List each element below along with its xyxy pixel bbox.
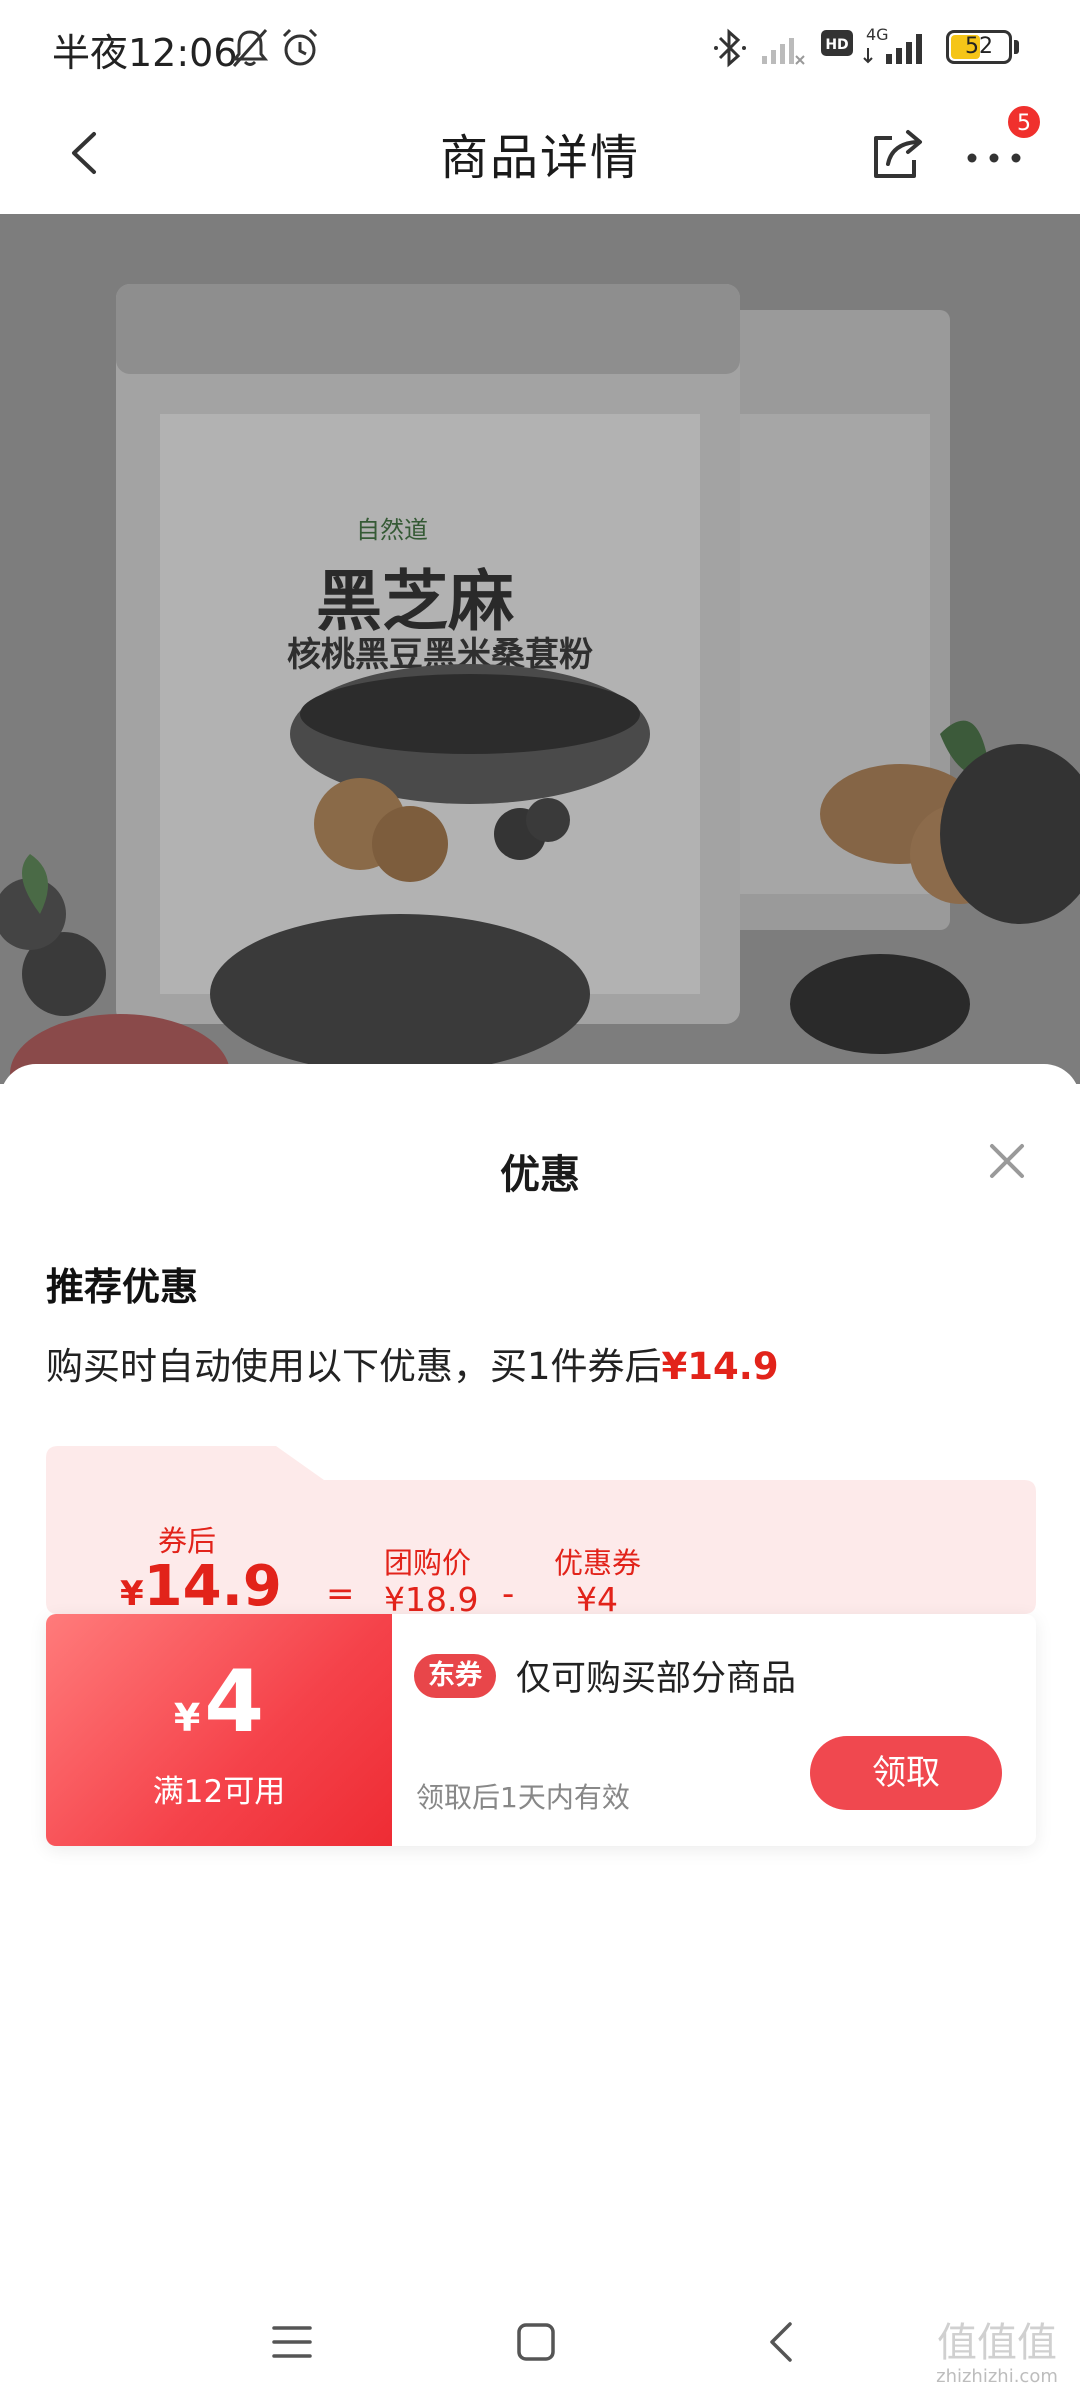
sheet-title: 优惠 bbox=[500, 1152, 580, 1198]
close-icon[interactable] bbox=[986, 1140, 1028, 1182]
signal-weak-icon bbox=[762, 38, 805, 65]
menu-icon[interactable] bbox=[252, 2302, 332, 2382]
watermark-logo: 值值值 bbox=[937, 2320, 1057, 2366]
after-coupon-value: 14.9 bbox=[143, 1554, 282, 1619]
alarm-icon bbox=[282, 28, 318, 66]
brand-logo: 自然道 bbox=[356, 516, 428, 544]
coupon-amount-panel: ¥4 满12可用 bbox=[46, 1614, 392, 1846]
coupon-type-badge: 东券 bbox=[414, 1654, 496, 1698]
coupon-validity: 领取后1天内有效 bbox=[416, 1781, 630, 1814]
battery-indicator: 52 bbox=[946, 30, 1012, 64]
svg-text:4G: 4G bbox=[866, 26, 889, 44]
minus-sign: - bbox=[502, 1574, 515, 1614]
coupon-card: ¥4 满12可用 东券 仅可购买部分商品 领取后1天内有效 领取 bbox=[46, 1614, 1036, 1846]
recommend-description: 购买时自动使用以下优惠，买1件券后¥14.9 bbox=[46, 1336, 779, 1390]
after-coupon-yen: ¥ bbox=[120, 1574, 144, 1614]
coupon-label: 优惠券 bbox=[554, 1546, 642, 1580]
share-icon[interactable] bbox=[862, 118, 932, 188]
price-calculation: 券后 ¥14.9 = 团购价 ¥18.9 - 优惠券 ¥4 bbox=[46, 1446, 1036, 1619]
mute-bell-icon bbox=[231, 29, 269, 67]
coupon-amount-value: 4 bbox=[204, 1652, 265, 1752]
home-icon[interactable] bbox=[496, 2302, 576, 2382]
svg-text:HD: HD bbox=[825, 37, 848, 53]
recommend-price: ¥14.9 bbox=[661, 1345, 779, 1388]
recommend-title: 推荐优惠 bbox=[46, 1265, 199, 1309]
nav-back-icon[interactable] bbox=[742, 2302, 822, 2382]
product-image: 自然道 黑芝麻 核桃黑豆黑米桑葚粉 bbox=[0, 214, 1080, 1084]
coupon-condition: 满12可用 bbox=[152, 1774, 286, 1810]
system-nav-bar bbox=[0, 2280, 1080, 2400]
coupon-sheet: 优惠 推荐优惠 购买时自动使用以下优惠，买1件券后¥14.9 券后 ¥14.9 … bbox=[0, 1064, 1080, 2400]
equals-sign: = bbox=[326, 1574, 355, 1614]
group-price-label: 团购价 bbox=[384, 1546, 472, 1580]
claim-coupon-button[interactable]: 领取 bbox=[810, 1736, 1002, 1810]
hd-icon: HD bbox=[821, 30, 853, 56]
recommend-desc-text: 购买时自动使用以下优惠，买1件券后 bbox=[46, 1345, 662, 1388]
coupon-yen: ¥ bbox=[173, 1696, 201, 1740]
watermark-url: zhizhizhi.com bbox=[936, 2366, 1058, 2387]
coupon-amount: ¥4 bbox=[46, 1652, 392, 1768]
signal-4g-icon: 4G bbox=[863, 26, 922, 64]
bluetooth-icon bbox=[714, 28, 746, 68]
status-time: 半夜12:06 bbox=[52, 31, 238, 75]
battery-tip bbox=[1014, 40, 1019, 54]
notification-badge: 5 bbox=[1006, 104, 1042, 140]
coupon-description: 仅可购买部分商品 bbox=[516, 1659, 797, 1699]
product-name: 黑芝麻 bbox=[316, 562, 514, 640]
svg-text:值值值: 值值值 bbox=[937, 2320, 1057, 2366]
product-photo: 自然道 黑芝麻 核桃黑豆黑米桑葚粉 bbox=[0, 214, 1080, 1084]
status-bar: 半夜12:06 HD 4G 52 bbox=[0, 0, 1080, 96]
after-coupon-price: ¥14.9 bbox=[120, 1554, 282, 1619]
battery-percent: 52 bbox=[965, 34, 993, 59]
watermark: 值值值 zhizhizhi.com bbox=[922, 2316, 1072, 2392]
app-header: 商品详情 bbox=[0, 96, 1080, 214]
